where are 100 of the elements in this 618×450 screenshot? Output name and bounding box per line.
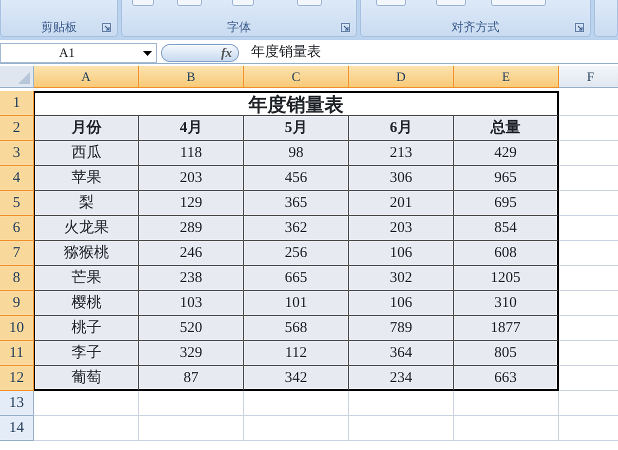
column-header[interactable]: C [244,66,349,88]
table-cell: 965 [454,166,559,191]
table-cell: 429 [454,141,559,166]
row-header[interactable]: 8 [0,266,34,291]
table-cell: 310 [454,291,559,316]
empty-cell[interactable] [454,391,559,416]
table-cell: 665 [244,266,349,291]
insert-function-button[interactable]: fx [161,44,239,62]
table-title: 年度销量表 [34,91,559,116]
toolbar-button[interactable] [232,0,254,6]
column-header[interactable]: B [139,66,244,88]
toolbar-button[interactable] [132,0,154,6]
name-box[interactable]: A1 [0,42,157,62]
table-cell: 329 [139,341,244,366]
row-header[interactable]: 13 [0,391,34,416]
column-heading: 5月 [244,116,349,141]
table-cell: 1205 [454,266,559,291]
table-cell: 213 [349,141,454,166]
table-cell: 203 [349,216,454,241]
empty-cell[interactable] [349,416,454,441]
table-cell: 106 [349,241,454,266]
table-cell: 猕猴桃 [34,241,139,266]
row-header[interactable]: 6 [0,216,34,241]
row-header[interactable]: 7 [0,241,34,266]
column-header[interactable]: D [349,66,454,88]
table-cell: 葡萄 [34,366,139,391]
table-cell: 256 [244,241,349,266]
table-cell: 西瓜 [34,141,139,166]
table-cell: 364 [349,341,454,366]
table-cell: 362 [244,216,349,241]
dialog-launcher-icon[interactable] [341,23,350,32]
table-cell: 87 [139,366,244,391]
row-header[interactable]: 9 [0,291,34,316]
dialog-launcher-icon[interactable] [102,23,111,32]
column-heading: 4月 [139,116,244,141]
table-cell: 桃子 [34,316,139,341]
table-cell: 112 [244,341,349,366]
table-cell: 854 [454,216,559,241]
group-label: 剪贴板 [41,19,77,36]
row-header[interactable]: 4 [0,166,34,191]
group-label: 对齐方式 [452,19,500,36]
cell-reference: A1 [59,44,75,62]
table-cell: 1877 [454,316,559,341]
formula-text[interactable]: 年度销量表 [239,42,321,63]
table-cell: 129 [139,191,244,216]
table-cell: 246 [139,241,244,266]
table-cell: 火龙果 [34,216,139,241]
table-cell: 456 [244,166,349,191]
empty-cell[interactable] [349,391,454,416]
empty-cell[interactable] [244,391,349,416]
table-cell: 芒果 [34,266,139,291]
row-header[interactable]: 5 [0,191,34,216]
toolbar-button[interactable] [177,0,202,6]
row-header[interactable]: 10 [0,316,34,341]
table-cell: 苹果 [34,166,139,191]
row-header[interactable]: 1 [0,91,34,116]
column-header[interactable]: F [559,66,618,88]
corner-triangle-icon [18,72,30,84]
column-heading: 6月 [349,116,454,141]
select-all-button[interactable] [0,66,34,88]
table-cell: 樱桃 [34,291,139,316]
table-cell: 663 [454,366,559,391]
table-cell: 238 [139,266,244,291]
table-cell: 342 [244,366,349,391]
toolbar-button[interactable] [376,0,406,6]
table-cell: 695 [454,191,559,216]
table-cell: 李子 [34,341,139,366]
column-heading: 月份 [34,116,139,141]
dropdown-caret-icon[interactable] [143,50,152,56]
toolbar-button[interactable] [491,0,546,6]
empty-cell[interactable] [139,416,244,441]
empty-cell[interactable] [454,416,559,441]
row-header[interactable]: 11 [0,341,34,366]
row-header[interactable]: 14 [0,416,34,441]
table-cell: 289 [139,216,244,241]
table-cell: 789 [349,316,454,341]
table-cell: 365 [244,191,349,216]
row-header[interactable]: 3 [0,141,34,166]
column-heading: 总量 [454,116,559,141]
group-label: 字体 [227,19,251,36]
toolbar-button[interactable] [436,0,466,6]
dialog-launcher-icon[interactable] [575,23,584,32]
table-cell: 101 [244,291,349,316]
table-cell: 118 [139,141,244,166]
toolbar-button[interactable] [297,0,322,6]
table-cell: 520 [139,316,244,341]
table-cell: 203 [139,166,244,191]
table-cell: 568 [244,316,349,341]
table-cell: 302 [349,266,454,291]
table-cell: 103 [139,291,244,316]
column-header[interactable]: E [454,66,559,88]
empty-cell[interactable] [139,391,244,416]
table-cell: 805 [454,341,559,366]
row-header[interactable]: 2 [0,116,34,141]
row-header[interactable]: 12 [0,366,34,391]
ribbon-group [594,0,618,37]
table-cell: 306 [349,166,454,191]
column-header[interactable]: A [34,66,139,88]
empty-cell[interactable] [244,416,349,441]
table-cell: 201 [349,191,454,216]
